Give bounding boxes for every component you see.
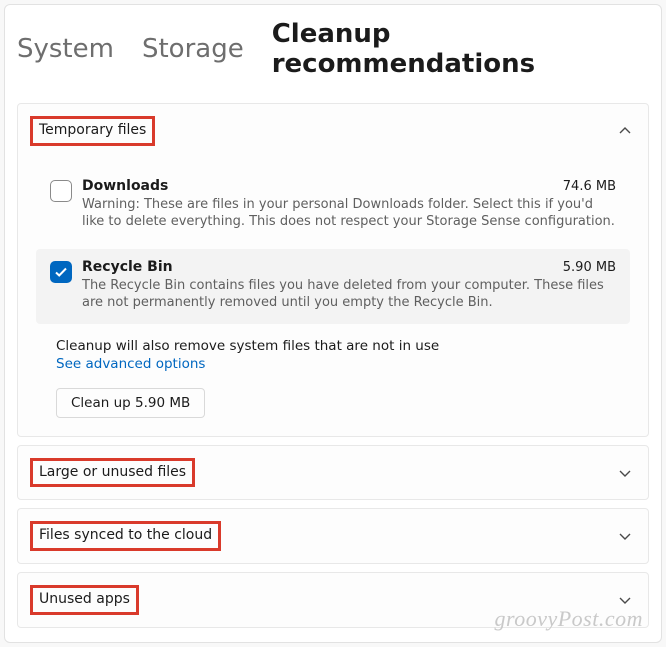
cleanup-item-recycle-bin: Recycle Bin 5.90 MB The Recycle Bin cont…	[36, 249, 630, 324]
see-advanced-options-link[interactable]: See advanced options	[56, 356, 630, 372]
chevron-down-icon	[618, 593, 632, 607]
breadcrumb: System Storage Cleanup recommendations	[17, 19, 649, 79]
section-title: Unused apps	[30, 585, 139, 615]
settings-window: System Storage Cleanup recommendations T…	[4, 4, 662, 643]
breadcrumb-storage[interactable]: Storage	[142, 34, 244, 64]
cleanup-button[interactable]: Clean up 5.90 MB	[56, 388, 205, 418]
item-size: 5.90 MB	[563, 260, 616, 275]
section-temporary-files: Temporary files Downloads 74.6 MB Warnin…	[17, 103, 649, 437]
checkbox-downloads[interactable]	[50, 180, 72, 202]
chevron-up-icon	[618, 124, 632, 138]
cleanup-item-downloads: Downloads 74.6 MB Warning: These are fil…	[36, 168, 630, 243]
section-title: Large or unused files	[30, 458, 195, 488]
section-title: Temporary files	[30, 116, 155, 146]
cleanup-note: Cleanup will also remove system files th…	[56, 338, 630, 354]
section-header-cloud-files[interactable]: Files synced to the cloud	[18, 509, 648, 563]
section-title: Files synced to the cloud	[30, 521, 221, 551]
section-cloud-files: Files synced to the cloud	[17, 508, 649, 564]
chevron-down-icon	[618, 466, 632, 480]
section-body-temporary-files: Downloads 74.6 MB Warning: These are fil…	[18, 158, 648, 436]
section-large-files: Large or unused files	[17, 445, 649, 501]
item-description: Warning: These are files in your persona…	[82, 196, 616, 231]
section-header-unused-apps[interactable]: Unused apps	[18, 573, 648, 627]
breadcrumb-system[interactable]: System	[17, 34, 114, 64]
section-header-large-files[interactable]: Large or unused files	[18, 446, 648, 500]
chevron-down-icon	[618, 529, 632, 543]
section-header-temporary-files[interactable]: Temporary files	[18, 104, 648, 158]
item-size: 74.6 MB	[563, 179, 616, 194]
page-title: Cleanup recommendations	[272, 19, 649, 79]
item-description: The Recycle Bin contains files you have …	[82, 277, 616, 312]
item-title: Downloads	[82, 178, 168, 194]
section-unused-apps: Unused apps	[17, 572, 649, 628]
checkbox-recycle-bin[interactable]	[50, 261, 72, 283]
item-title: Recycle Bin	[82, 259, 173, 275]
